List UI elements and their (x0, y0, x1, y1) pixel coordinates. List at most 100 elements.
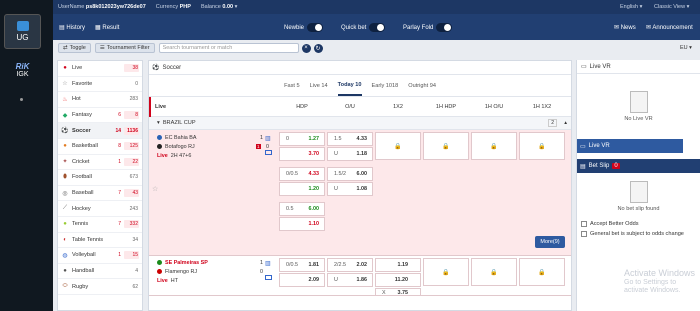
ou-odds: 1.08 (356, 186, 368, 192)
hdp-home-1[interactable]: 0 1.27 (279, 132, 325, 146)
collapse-icon[interactable]: ▴ (564, 120, 567, 126)
checkbox[interactable] (581, 221, 587, 227)
hdp-line: 0.5 (286, 206, 294, 212)
sidebar-item-soccer[interactable]: ⚽ Soccer 14 1136 (58, 123, 142, 139)
news-link[interactable]: ✉ News (614, 24, 636, 31)
sidebar-item-fantasy[interactable]: ◆ Fantasy 6 8 (58, 108, 142, 124)
live-vr-tab[interactable]: ▭ Live VR (577, 139, 683, 153)
lock-icon: 🔒 (423, 258, 469, 286)
handball-icon: ● (63, 268, 67, 275)
sidebar-item-volleyball[interactable]: ◍ Volleyball 1 15 (58, 248, 142, 264)
tab-live[interactable]: Live 14 (310, 77, 328, 95)
newbie-switch[interactable] (307, 22, 324, 32)
hdp-away-3[interactable]: 1.10 (279, 217, 325, 231)
hdp-away[interactable]: 2.09 (279, 273, 325, 287)
market-tabs: Fast 5 Live 14 Today 10 Early 1018 Outright … (149, 75, 571, 97)
ou-under-1[interactable]: U 1.18 (327, 147, 373, 161)
sidebar-item-baseball[interactable]: ◎ Baseball 7 43 (58, 186, 142, 202)
sidebar-item-table-tennis[interactable]: ◐ Table Tennis 34 (58, 233, 142, 249)
live-vr-header: ▭ Live VR (577, 60, 700, 74)
tab-outright[interactable]: Outright 94 (408, 77, 436, 95)
event-count: 283 (129, 96, 138, 103)
region-select[interactable]: EU ▾ (680, 45, 692, 51)
quick-bet-toggle[interactable]: Quick bet (341, 22, 386, 32)
hdp-away-1[interactable]: 3.70 (279, 147, 325, 161)
favorite-star-icon[interactable]: ☆ (152, 185, 158, 193)
watermark-line2: Go to Settings to activate Windows. (624, 278, 681, 295)
tv-icon: ▭ (580, 143, 586, 150)
bet-slip-title: Bet Slip (588, 163, 610, 169)
bet-slip-empty-box: No bet slip found (577, 173, 700, 219)
search-input[interactable]: Search tournament or match (158, 43, 299, 53)
sidebar-item-live[interactable]: ● Live 38 (58, 61, 142, 77)
sidebar-item-basketball[interactable]: ● Basketball 8 125 (58, 139, 142, 155)
event-count: 15 (124, 251, 139, 260)
main-panel: ⚽ Soccer Fast 5 Live 14 Today 10 Early 1018 O… (148, 60, 572, 311)
clear-search-icon[interactable]: × (301, 43, 311, 53)
hdp-home-3[interactable]: 0.5 6.00 (279, 202, 325, 216)
x12-draw-label: X (382, 290, 386, 296)
sidebar-item-hot[interactable]: ♨ Hot 283 (58, 92, 142, 108)
ou-over[interactable]: 2/2.5 2.02 (327, 258, 373, 272)
hdp-home-2[interactable]: 0/0.5 4.33 (279, 167, 325, 181)
checkbox[interactable] (581, 231, 587, 237)
ou-over-2[interactable]: 1.5/2 6.00 (327, 167, 373, 181)
general-bet-option[interactable]: General bet is subject to odds change (577, 229, 700, 239)
newbie-toggle[interactable]: Newbie (284, 22, 324, 32)
football-icon: ⬮ (63, 173, 67, 180)
tab-early[interactable]: Early 1018 (372, 77, 399, 95)
ou-under[interactable]: U 1.86 (327, 273, 373, 287)
sidebar-item-favorite[interactable]: ☆ Favorite 0 (58, 77, 142, 93)
sidebar-item-cricket[interactable]: ✦ Cricket 1 22 (58, 155, 142, 171)
x12-away[interactable]: 11.20 (375, 273, 421, 287)
more-button[interactable]: More(9) (535, 236, 565, 248)
event-count: 1136 (124, 126, 139, 135)
parlay-fold-switch[interactable] (436, 22, 453, 32)
league-row[interactable]: ▾ BRAZIL CUP 2 ▴ (149, 117, 571, 130)
hdp-home[interactable]: 0/0.5 1.81 (279, 258, 325, 272)
hdp-away-2[interactable]: 1.20 (279, 182, 325, 196)
sidebar-item-handball[interactable]: ● Handball 4 (58, 264, 142, 280)
col-ou: O/U (345, 104, 355, 110)
language-select[interactable]: English ▾ (620, 4, 642, 10)
tournament-filter-button[interactable]: ☰ Tournament Filter (94, 43, 155, 53)
sidebar-item-tennis[interactable]: ● Tennis 7 332 (58, 217, 142, 233)
team-crest-icon (157, 144, 162, 149)
stats-icon[interactable]: ▥ (265, 260, 271, 267)
top-info-bar: UserName ps8k012023yw726de07 Currency PH… (53, 0, 700, 14)
view-select[interactable]: Classic View ▾ (654, 4, 689, 10)
ou-under-2[interactable]: U 1.08 (327, 182, 373, 196)
hdp-odds: 3.70 (308, 151, 320, 157)
toggle-button[interactable]: ⇄ Toggle (58, 43, 91, 53)
more-dots-icon[interactable] (20, 98, 23, 101)
hdp-odds: 2.09 (308, 277, 320, 283)
quick-bet-switch[interactable] (369, 22, 386, 32)
username-value: ps8k012023yw726de07 (85, 4, 146, 10)
sidebar-item-hockey[interactable]: ⟋ Hockey 243 (58, 201, 142, 217)
accept-better-odds-option[interactable]: Accept Better Odds (577, 219, 700, 229)
match-1: EC Bahia BA 1 Botafogo RJ 1 0 Live 2H 47+6 ▥… (149, 130, 571, 256)
chevron-down-icon[interactable]: ▾ (235, 4, 238, 10)
tv-icon[interactable] (265, 275, 272, 280)
result-link[interactable]: ▦ Result (95, 24, 119, 31)
sidebar-item-rugby[interactable]: ⬭ Rugby 62 (58, 279, 142, 295)
parlay-fold-toggle[interactable]: Parlay Fold (403, 22, 453, 32)
bet-slip-header[interactable]: ▤ Bet Slip 0 (577, 159, 700, 173)
x12-draw[interactable]: X 3.75 (375, 288, 421, 296)
x12-home[interactable]: 1.19 (375, 258, 421, 272)
history-link[interactable]: ▤ History (59, 24, 85, 31)
tab-fast[interactable]: Fast 5 (284, 77, 300, 95)
toggle-label: Toggle (69, 45, 86, 51)
live-count: 8 (118, 143, 121, 150)
sidebar-item-football[interactable]: ⬮ Football 673 (58, 170, 142, 186)
tv-icon[interactable] (265, 150, 272, 155)
col-1h-hdp: 1H HDP (435, 104, 457, 110)
announcement-link[interactable]: ✉ Announcement (646, 24, 693, 31)
stats-icon[interactable]: ▥ (265, 135, 271, 142)
tab-today[interactable]: Today 10 (337, 76, 362, 96)
ou-over-1[interactable]: 1.5 4.33 (327, 132, 373, 146)
refresh-icon[interactable]: ↻ (313, 43, 323, 53)
igk-button[interactable]: RiK IGK (4, 52, 41, 87)
soccer-icon: ⚽ (61, 128, 69, 135)
ug-button[interactable]: UG (4, 14, 41, 49)
